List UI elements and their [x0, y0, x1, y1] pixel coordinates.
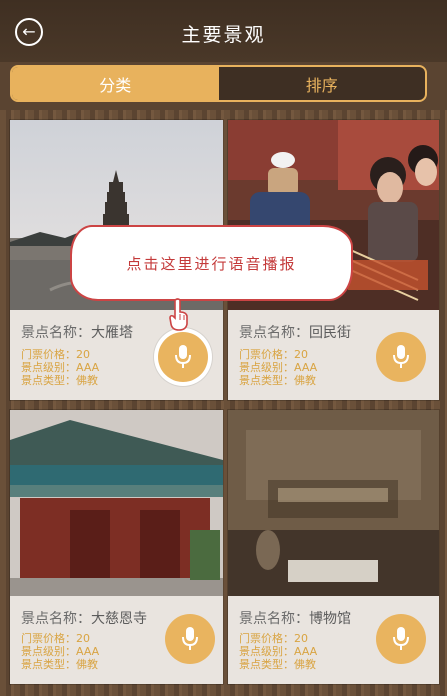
type-row: 景点类型：佛教 [239, 658, 316, 671]
spot-info: 景点名称：回民街 门票价格：20 景点级别：AAA 景点类型：佛教 [228, 310, 439, 400]
price-value: 20 [294, 348, 308, 361]
spot-name-row: 景点名称：博物馆 [239, 608, 351, 628]
type-row: 景点类型：佛教 [239, 374, 316, 387]
price-row: 门票价格：20 [21, 348, 90, 361]
name-label: 景点名称： [239, 325, 309, 341]
spot-name-row: 景点名称：回民街 [239, 322, 351, 342]
price-label: 门票价格： [21, 632, 76, 645]
price-row: 门票价格：20 [21, 632, 90, 645]
voice-play-button[interactable] [376, 332, 426, 382]
name-label: 景点名称： [21, 611, 91, 627]
level-label: 景点级别： [239, 645, 294, 658]
microphone-icon [175, 345, 191, 368]
level-label: 景点级别： [21, 645, 76, 658]
level-value: AAA [294, 645, 318, 658]
voice-play-button[interactable] [158, 332, 208, 382]
spot-name-row: 景点名称：大慈恩寺 [21, 608, 147, 628]
spot-name-row: 景点名称：大雁塔 [21, 322, 133, 342]
spot-card-bowuguan[interactable]: 景点名称：博物馆 门票价格：20 景点级别：AAA 景点类型：佛教 [228, 410, 439, 684]
level-value: AAA [76, 645, 100, 658]
type-value: 佛教 [76, 658, 98, 671]
type-row: 景点类型：佛教 [21, 374, 98, 387]
type-label: 景点类型： [239, 374, 294, 387]
voice-play-button[interactable] [376, 614, 426, 664]
spot-image-bowuguan [228, 410, 439, 596]
spot-name: 博物馆 [309, 611, 351, 627]
price-row: 门票价格：20 [239, 632, 308, 645]
segmented-control: 分类 排序 [10, 65, 427, 102]
microphone-icon [393, 345, 409, 368]
voice-hint-tooltip: 点击这里进行语音播报 [70, 225, 353, 301]
voice-play-button[interactable] [165, 614, 215, 664]
price-label: 门票价格： [21, 348, 76, 361]
price-value: 20 [76, 632, 90, 645]
type-value: 佛教 [294, 374, 316, 387]
level-row: 景点级别：AAA [239, 361, 317, 374]
header-bar: ← 主要景观 [0, 0, 447, 62]
tooltip-text: 点击这里进行语音播报 [126, 254, 297, 273]
pointing-hand-icon [169, 298, 188, 331]
type-value: 佛教 [76, 374, 98, 387]
price-label: 门票价格： [239, 632, 294, 645]
spot-info: 景点名称：大慈恩寺 门票价格：20 景点级别：AAA 景点类型：佛教 [10, 596, 223, 684]
type-value: 佛教 [294, 658, 316, 671]
spot-name: 大慈恩寺 [91, 611, 147, 627]
name-label: 景点名称： [21, 325, 91, 341]
type-label: 景点类型： [21, 374, 76, 387]
spot-image-daciensi [10, 410, 223, 596]
type-label: 景点类型： [239, 658, 294, 671]
page-title: 主要景观 [181, 24, 266, 46]
price-value: 20 [294, 632, 308, 645]
price-label: 门票价格： [239, 348, 294, 361]
tab-sort[interactable]: 排序 [219, 67, 426, 100]
spot-info: 景点名称：博物馆 门票价格：20 景点级别：AAA 景点类型：佛教 [228, 596, 439, 684]
spot-name: 大雁塔 [91, 325, 133, 341]
level-label: 景点级别： [21, 361, 76, 374]
spot-name: 回民街 [309, 325, 351, 341]
microphone-icon [393, 627, 409, 650]
type-row: 景点类型：佛教 [21, 658, 98, 671]
price-row: 门票价格：20 [239, 348, 308, 361]
spot-card-daciensi[interactable]: 景点名称：大慈恩寺 门票价格：20 景点级别：AAA 景点类型：佛教 [10, 410, 223, 684]
level-row: 景点级别：AAA [21, 645, 99, 658]
level-row: 景点级别：AAA [239, 645, 317, 658]
tab-category[interactable]: 分类 [12, 67, 219, 100]
price-value: 20 [76, 348, 90, 361]
level-row: 景点级别：AAA [21, 361, 99, 374]
level-label: 景点级别： [239, 361, 294, 374]
spot-info: 景点名称：大雁塔 门票价格：20 景点级别：AAA 景点类型：佛教 [10, 310, 223, 400]
type-label: 景点类型： [21, 658, 76, 671]
name-label: 景点名称： [239, 611, 309, 627]
level-value: AAA [76, 361, 100, 374]
level-value: AAA [294, 361, 318, 374]
microphone-icon [182, 627, 198, 650]
